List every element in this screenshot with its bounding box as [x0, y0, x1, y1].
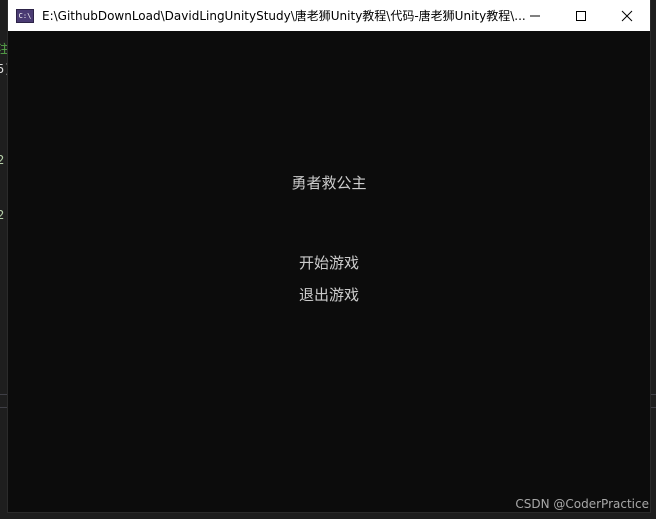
window-title: E:\GithubDownLoad\DavidLingUnityStudy\唐老…: [42, 9, 526, 23]
minimize-icon: [530, 15, 540, 16]
close-icon: [621, 10, 633, 21]
maximize-button[interactable]: [558, 0, 604, 31]
minimize-button[interactable]: [512, 0, 558, 31]
close-button[interactable]: [604, 0, 650, 31]
menu-item-start-game[interactable]: 开始游戏: [8, 253, 650, 273]
title-bar[interactable]: C:\ E:\GithubDownLoad\DavidLingUnityStud…: [8, 0, 650, 31]
menu-item-quit-game[interactable]: 退出游戏: [8, 285, 650, 305]
window-controls: [512, 0, 650, 31]
console-window[interactable]: C:\ E:\GithubDownLoad\DavidLingUnityStud…: [8, 0, 650, 512]
console-output[interactable]: 勇者救公主 开始游戏 退出游戏: [8, 31, 650, 512]
maximize-icon: [576, 10, 586, 21]
background-editor-glyph: 2: [0, 153, 5, 167]
watermark: CSDN @CoderPractice: [515, 497, 649, 511]
background-editor-glyph: 2: [0, 208, 5, 222]
desktop-screen: 注 5) 2 2 C:\ E:\GithubDownLoad\DavidLing…: [0, 0, 656, 519]
background-editor-strip: 注 5) 2 2: [0, 0, 11, 519]
console-app-icon[interactable]: C:\: [16, 8, 34, 23]
game-title: 勇者救公主: [291, 174, 367, 192]
